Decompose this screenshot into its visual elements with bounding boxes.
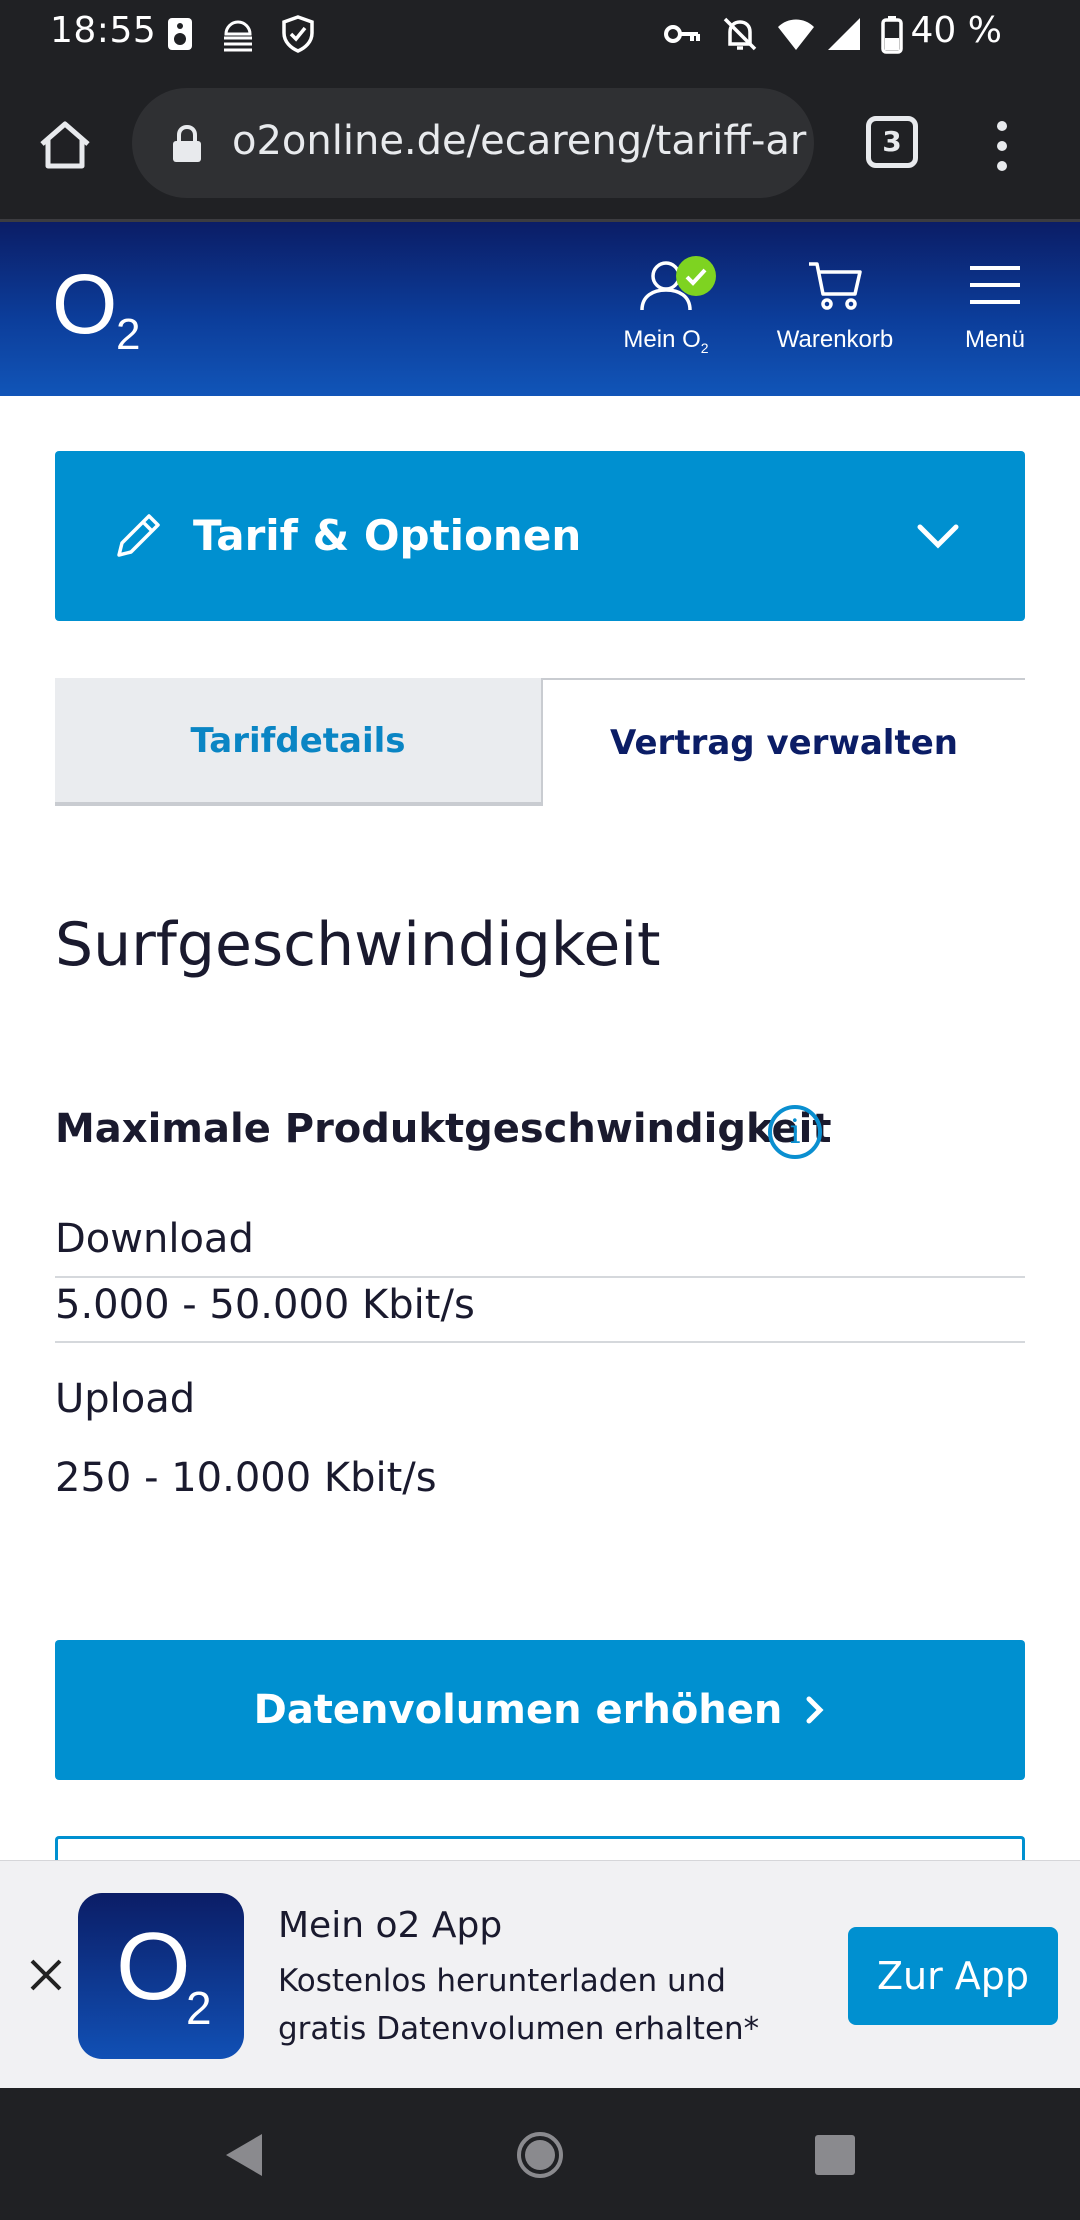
shopping-cart-icon <box>809 262 862 310</box>
download-label: Download <box>55 1216 254 1262</box>
datenvolumen-erhoehen-button[interactable]: Datenvolumen erhöhen <box>55 1640 1025 1780</box>
address-bar[interactable]: o2online.de/ecareng/tariff-ar <box>132 88 814 198</box>
browser-toolbar: o2online.de/ecareng/tariff-ar 3 <box>0 66 1080 222</box>
section-title: Surfgeschwindigkeit <box>55 910 661 980</box>
chevron-right-icon <box>806 1696 824 1724</box>
back-icon[interactable] <box>220 2130 270 2180</box>
upload-label: Upload <box>55 1376 196 1422</box>
mein-o2-button[interactable]: Mein O2 <box>618 256 716 356</box>
info-icon[interactable]: i <box>768 1105 822 1159</box>
cart-label: Warenkorb <box>776 326 894 353</box>
wifi-icon <box>778 19 814 50</box>
logo-letter: O <box>52 257 118 351</box>
url-text: o2online.de/ecareng/tariff-ar <box>232 118 807 164</box>
tab-tarifdetails[interactable]: Tarifdetails <box>55 678 541 806</box>
menu-button[interactable]: Menü <box>950 258 1040 354</box>
logged-in-check-icon <box>676 256 716 296</box>
pencil-icon <box>117 514 160 557</box>
o2-logo[interactable]: O 2 <box>52 262 140 359</box>
app-logo-sub: 2 <box>186 1982 212 2034</box>
lock-icon <box>173 124 201 162</box>
tab-switcher-button[interactable]: 3 <box>866 116 918 168</box>
system-nav-bar <box>0 2088 1080 2220</box>
notifications-off-icon <box>723 17 757 51</box>
recents-icon[interactable] <box>810 2130 860 2180</box>
android-debug-icon <box>224 20 252 52</box>
battery-icon <box>881 16 903 54</box>
cell-signal-icon <box>828 18 860 50</box>
app-promo-banner: O 2 Mein o2 App Kostenlos herunterladen … <box>0 1860 1080 2088</box>
status-bar: 18:55 40 % <box>0 0 1080 66</box>
vpn-key-icon <box>664 25 700 43</box>
cart-button[interactable]: Warenkorb <box>770 258 900 354</box>
battery-percent: 40 % <box>910 10 1002 51</box>
cta-label: Datenvolumen erhöhen <box>253 1687 783 1733</box>
hamburger-menu-icon <box>970 266 1020 304</box>
status-time: 18:55 <box>50 10 157 51</box>
chevron-down-icon <box>917 524 959 549</box>
home-icon[interactable] <box>36 116 94 174</box>
tarif-optionen-accordion[interactable]: Tarif & Optionen <box>55 451 1025 621</box>
mein-o2-label: Mein O2 <box>623 326 709 356</box>
menu-label: Menü <box>964 326 1026 353</box>
accordion-title: Tarif & Optionen <box>193 511 582 560</box>
o2-app-logo: O 2 <box>78 1893 244 2059</box>
upload-value: 250 - 10.000 Kbit/s <box>55 1455 437 1501</box>
tab-vertrag-verwalten[interactable]: Vertrag verwalten <box>541 678 1025 806</box>
download-value: 5.000 - 50.000 Kbit/s <box>55 1282 475 1328</box>
banner-text: Kostenlos herunterladen und gratis Daten… <box>278 1963 760 2047</box>
speaker-icon <box>168 18 192 50</box>
zur-app-button[interactable]: Zur App <box>848 1927 1058 2025</box>
logo-sub: 2 <box>116 310 141 359</box>
shield-check-icon <box>282 15 314 53</box>
close-icon[interactable] <box>28 1957 64 1993</box>
browser-menu-icon[interactable] <box>990 116 1014 176</box>
banner-title: Mein o2 App <box>278 1905 503 1946</box>
divider <box>55 1276 1025 1278</box>
sub-heading: Maximale Produktgeschwindigkeit <box>55 1106 832 1152</box>
site-header: O 2 Mein O2 Warenkorb Menü <box>0 222 1080 396</box>
home-nav-icon[interactable] <box>515 2130 565 2180</box>
divider <box>55 1341 1025 1343</box>
app-logo-letter: O <box>116 1913 191 2020</box>
